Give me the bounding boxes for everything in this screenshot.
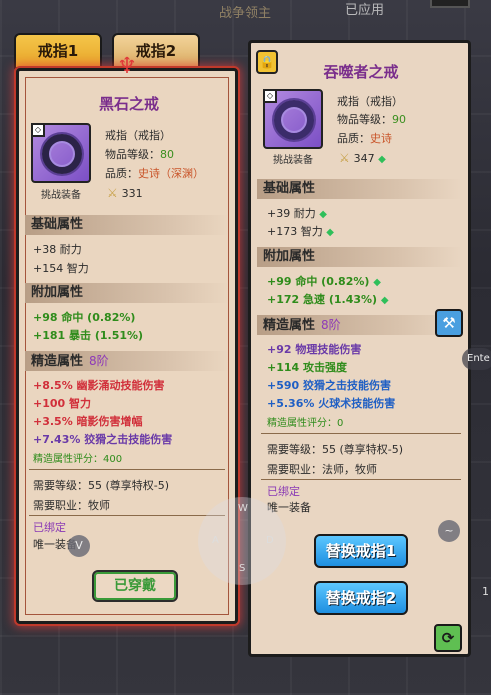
extra-stat: +99 命中 (0.82%) ◆: [267, 273, 381, 289]
base-stat: +38 耐力: [33, 243, 82, 256]
extra-stat-text: +172 急速 (1.43%): [267, 293, 378, 306]
refine-stat: +590 狡猾之击技能伤害: [267, 379, 392, 392]
item-level: 物品等级：90: [337, 111, 406, 127]
demon-emblem-icon: ♆: [117, 54, 137, 79]
base-stats-header: 基础属性: [257, 179, 462, 199]
bound-label: 已绑定: [33, 521, 66, 534]
ring-icon: [42, 134, 82, 174]
extra-stat-text: +99 命中 (0.82%): [267, 275, 370, 288]
item-level-value: 90: [392, 113, 406, 126]
reforge-hammer-icon[interactable]: ⚒: [435, 309, 463, 337]
refine-stats-header: 精造属性 8阶: [25, 351, 229, 371]
refine-stat: +8.5% 幽影涌动技能伤害: [33, 379, 165, 392]
enter-key-button[interactable]: Ente: [462, 348, 491, 370]
refine-stat: +114 攻击强度: [267, 361, 348, 374]
challenge-label: 挑战装备: [273, 155, 313, 166]
joystick-a: A: [212, 535, 219, 546]
ring-icon: [274, 100, 314, 140]
upgrade-arrow-icon: ◆: [319, 209, 327, 220]
required-class: 需要职业：牧师: [33, 499, 110, 512]
challenge-corner-icon: ◇: [263, 89, 277, 103]
divider: [261, 433, 461, 434]
extra-stat: +172 急速 (1.43%) ◆: [267, 291, 389, 307]
required-level: 需要等级：55 (尊享特权-5): [33, 479, 170, 492]
item-quality: 品质：史诗（深渊）: [105, 165, 204, 181]
refine-stat: +3.5% 暗影伤害增幅: [33, 415, 143, 428]
item-title: 吞噬者之戒: [323, 63, 399, 81]
refine-header-label: 精造属性: [263, 318, 316, 333]
recycle-icon[interactable]: ⟳: [434, 624, 462, 652]
divider: [29, 515, 225, 516]
key-v-button[interactable]: V: [68, 535, 90, 557]
refine-stat: +100 智力: [33, 397, 92, 410]
swords-icon: ⚔: [107, 186, 122, 200]
tab-ring1[interactable]: 戒指1: [14, 33, 102, 69]
extra-stats-header: 附加属性: [257, 247, 462, 267]
upgrade-arrow-icon: ◆: [380, 295, 389, 306]
lock-icon[interactable]: 🔒: [256, 50, 278, 74]
refine-level: 8阶: [321, 318, 341, 332]
top-banner: 战争领主: [218, 6, 271, 21]
item-quality: 品质：史诗: [337, 130, 392, 146]
equipped-button[interactable]: 已穿戴: [92, 570, 178, 602]
base-stat: +39 耐力 ◆: [267, 205, 327, 221]
base-stat: +173 智力 ◆: [267, 223, 334, 239]
refine-score: 精造属性评分：400: [33, 454, 123, 465]
challenge-corner-icon: ◇: [31, 123, 45, 137]
joystick-d: D: [266, 535, 274, 546]
refine-stat: +5.36% 火球术技能伤害: [267, 397, 396, 410]
replace-ring2-button[interactable]: 替换戒指2: [314, 581, 408, 615]
item-level-label: 物品等级：: [105, 148, 160, 161]
refine-stats-header: 精造属性 8阶: [257, 315, 462, 335]
bound-label: 已绑定: [267, 485, 300, 498]
base-stats-header: 基础属性: [25, 215, 229, 235]
item-title: 黑石之戒: [98, 95, 159, 113]
refine-level: 8阶: [89, 354, 109, 368]
item-score: ⚔ 347 ◆: [339, 151, 386, 165]
extra-stat: +181 暴击 (1.51%): [33, 329, 144, 342]
top-right-button[interactable]: [430, 0, 470, 8]
base-stat-text: +39 耐力: [267, 207, 316, 220]
upgrade-arrow-icon: ◆: [378, 154, 386, 165]
key-tilde-button[interactable]: ~: [438, 520, 460, 542]
extra-stat: +98 命中 (0.82%): [33, 311, 136, 324]
swords-icon: ⚔: [339, 151, 354, 165]
upgrade-arrow-icon: ◆: [326, 227, 334, 238]
item-icon[interactable]: ◇: [31, 123, 91, 183]
item-level-value: 80: [160, 148, 174, 161]
refine-header-label: 精造属性: [31, 354, 84, 369]
required-class: 需要职业：法师，牧师: [267, 463, 377, 476]
item-level-label: 物品等级：: [337, 113, 392, 126]
item-score: ⚔ 331: [107, 186, 143, 200]
item-quality-label: 品质：: [337, 132, 370, 145]
replace-ring1-button[interactable]: 替换戒指1: [314, 534, 408, 568]
divider: [29, 469, 225, 470]
required-level: 需要等级：55 (尊享特权-5): [267, 443, 404, 456]
joystick-w: W: [238, 503, 248, 514]
refine-score: 精造属性评分：0: [267, 418, 344, 429]
item-score-value: 347: [353, 152, 375, 165]
refine-stat: +7.43% 狡猾之击技能伤害: [33, 433, 173, 446]
extra-stats-header: 附加属性: [25, 283, 229, 303]
item-type: 戒指（戒指）: [337, 95, 403, 108]
item-quality-label: 品质：: [105, 167, 138, 180]
base-stat: +154 智力: [33, 262, 89, 275]
item-level: 物品等级：80: [105, 146, 174, 162]
virtual-joystick[interactable]: W A D S: [198, 497, 286, 585]
challenge-label: 挑战装备: [41, 190, 81, 201]
item-type: 戒指（戒指）: [105, 129, 171, 142]
item-quality-value: 史诗（深渊）: [138, 167, 204, 180]
base-stat-text: +173 智力: [267, 225, 323, 238]
joystick-s: S: [239, 563, 246, 574]
item-score-value: 331: [121, 187, 143, 200]
item-quality-value: 史诗: [370, 132, 392, 145]
applied-label: 已应用: [345, 3, 385, 18]
upgrade-arrow-icon: ◆: [373, 277, 381, 288]
divider: [261, 479, 461, 480]
page-number: 1: [482, 585, 489, 598]
refine-stat: +92 物理技能伤害: [267, 343, 362, 356]
item-icon[interactable]: ◇: [263, 89, 323, 149]
